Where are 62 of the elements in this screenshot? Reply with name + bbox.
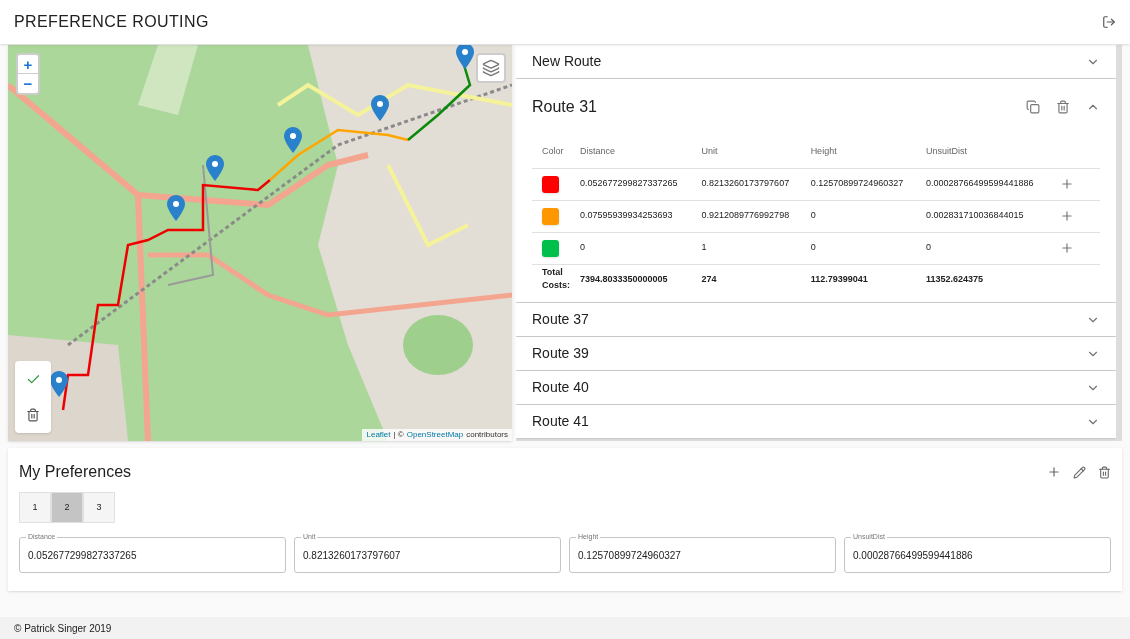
map-marker-icon[interactable] (167, 195, 185, 221)
column-header: Distance (580, 145, 615, 156)
preference-tab[interactable]: 2 (51, 492, 83, 523)
field-value: 0.00028766499599441886 (853, 548, 973, 563)
app-title: PREFERENCE ROUTING (14, 12, 209, 32)
table-cell: 0 (580, 242, 585, 253)
route-title[interactable]: Route 40 (532, 377, 589, 398)
field-value: 0.8213260173797607 (303, 548, 401, 563)
table-cell: 0.12570899724960327 (810, 178, 904, 189)
field-value: 0.052677299827337265 (28, 548, 137, 563)
column-header: Height (810, 145, 837, 156)
leaflet-link[interactable]: Leaflet (366, 429, 391, 441)
delete-icon[interactable] (1098, 465, 1111, 479)
route-title[interactable]: Route 39 (532, 343, 589, 364)
column-header: UnsuitDist (925, 145, 967, 156)
delete-icon[interactable] (26, 408, 40, 423)
layers-icon (482, 59, 500, 77)
add-icon[interactable] (1047, 465, 1061, 479)
route-title[interactable]: Route 31 (532, 95, 597, 119)
logout-icon[interactable] (1102, 15, 1116, 29)
table-cell: 0 (810, 210, 816, 221)
copy-icon[interactable] (1026, 100, 1040, 114)
table-cell: 0.00028766499599441886 (925, 178, 1034, 189)
preference-tab[interactable]: 1 (19, 492, 51, 523)
route-title[interactable]: Route 41 (532, 411, 589, 432)
preferences-title: My Preferences (19, 462, 132, 482)
attribution-text: contributors (466, 429, 508, 441)
total-cell: 7394.8033350000005 (580, 273, 668, 284)
total-cell: 11352.624375 (925, 273, 984, 284)
add-icon[interactable] (1060, 209, 1074, 223)
table-cell: 0.8213260173797607 (701, 178, 790, 189)
preference-tab[interactable]: 3 (83, 492, 115, 523)
total-label: Total Costs: (542, 266, 571, 293)
total-cell: 112.79399041 (810, 273, 868, 284)
route-title[interactable]: Route 37 (532, 309, 589, 330)
delete-icon[interactable] (1056, 100, 1070, 114)
add-icon[interactable] (1060, 177, 1074, 191)
map-marker-icon[interactable] (50, 371, 68, 397)
total-cell: 274 (701, 273, 717, 284)
column-header: Color (542, 145, 564, 156)
table-cell: 0.002831710036844015 (925, 210, 1024, 221)
table-cell: 0.052677299827337265 (580, 178, 678, 189)
zoom-out-button[interactable]: − (18, 74, 38, 93)
attribution-separator: | © (393, 429, 404, 441)
openstreetmap-link[interactable]: OpenStreetMap (406, 429, 464, 441)
map-marker-icon[interactable] (456, 45, 474, 69)
map-marker-icon[interactable] (284, 127, 302, 153)
footer-text: © Patrick Singer 2019 (14, 621, 112, 636)
table-cell: 0 (810, 242, 816, 253)
map-marker-icon[interactable] (371, 95, 389, 121)
edit-icon[interactable] (1073, 465, 1086, 479)
table-cell: 0.07595939934253693 (580, 210, 673, 221)
route-title[interactable]: New Route (532, 51, 602, 72)
zoom-in-button[interactable]: + (18, 55, 38, 74)
column-header: Unit (701, 145, 718, 156)
table-cell: 1 (701, 242, 707, 253)
map-marker-icon[interactable] (206, 155, 224, 181)
add-icon[interactable] (1060, 241, 1074, 255)
table-cell: 0 (925, 242, 931, 253)
field-value: 0.12570899724960327 (578, 548, 681, 563)
table-cell: 0.9212089776992798 (701, 210, 790, 221)
layers-button[interactable] (476, 53, 506, 83)
